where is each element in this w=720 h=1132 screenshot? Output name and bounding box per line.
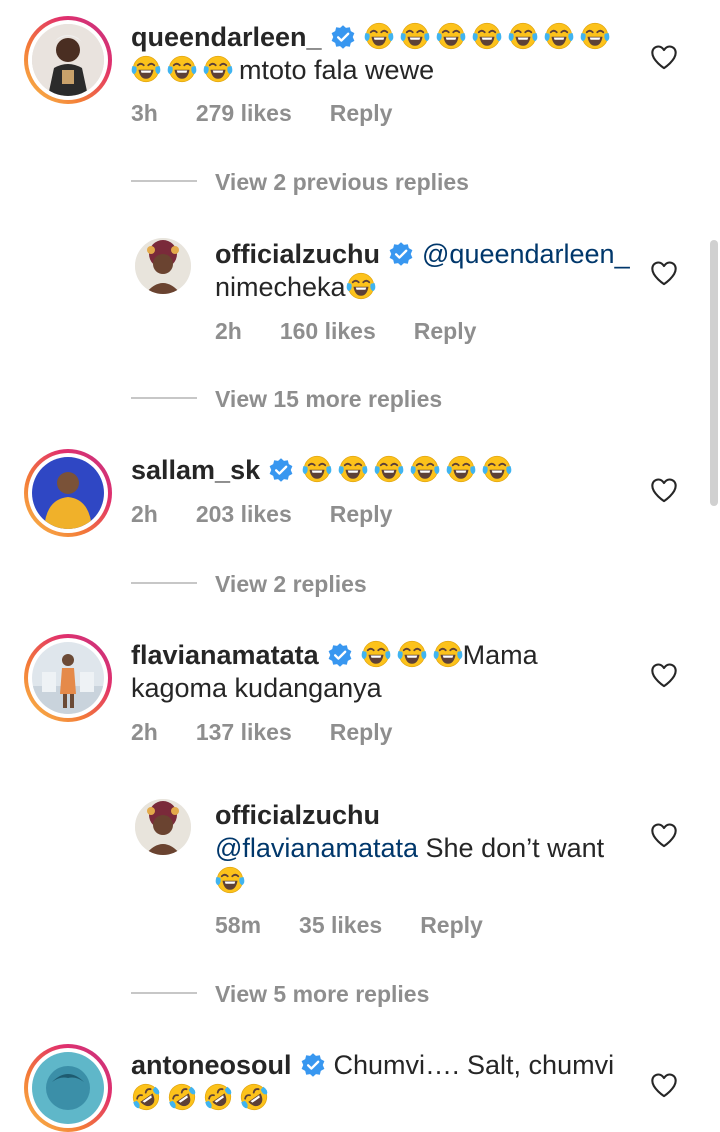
- likes-count[interactable]: 35 likes: [299, 912, 382, 938]
- comment-text: nimecheka: [215, 272, 346, 302]
- comment-text: Chumvi…. Salt, chumvi: [333, 1050, 615, 1080]
- comment-body: officialzuchu @queendarleen_ nimecheka: [215, 238, 655, 304]
- laugh-emoji: [400, 21, 430, 51]
- avatar[interactable]: [24, 1044, 112, 1132]
- scrollbar[interactable]: [710, 240, 718, 506]
- username[interactable]: flavianamatata: [131, 640, 319, 670]
- verified-badge-icon: [330, 24, 356, 50]
- laugh-emoji: [436, 21, 466, 51]
- comment-text: Mama: [462, 640, 538, 670]
- verified-badge-icon: [300, 1052, 326, 1078]
- reply-button[interactable]: Reply: [414, 318, 477, 344]
- likes-count[interactable]: 160 likes: [280, 318, 376, 344]
- avatar[interactable]: [24, 634, 112, 722]
- likes-count[interactable]: 137 likes: [196, 719, 292, 745]
- laugh-emoji: [433, 639, 463, 669]
- rofl-emoji: [131, 1082, 161, 1112]
- laugh-emoji: [215, 865, 245, 895]
- comment-time: 2h: [131, 501, 158, 527]
- comment-meta: 58m 35 likes Reply: [215, 912, 521, 939]
- view-more-replies-link[interactable]: View 15 more replies: [215, 386, 442, 413]
- comment-meta: 2h 203 likes Reply: [131, 501, 430, 528]
- divider-line: [131, 992, 197, 994]
- laugh-emoji: [361, 639, 391, 669]
- avatar[interactable]: [135, 238, 191, 294]
- reply-button[interactable]: Reply: [420, 912, 483, 938]
- rofl-emoji: [239, 1082, 269, 1112]
- comment-time: 3h: [131, 100, 158, 126]
- comment-meta: 3h 279 likes Reply: [131, 100, 430, 127]
- divider-line: [131, 582, 197, 584]
- laugh-emoji: [472, 21, 502, 51]
- laugh-emoji: [203, 54, 233, 84]
- reply-button[interactable]: Reply: [330, 100, 393, 126]
- view-previous-replies-link[interactable]: View 2 previous replies: [215, 169, 469, 196]
- comment-body: sallam_sk: [131, 454, 651, 487]
- avatar[interactable]: [135, 799, 191, 855]
- avatar[interactable]: [24, 449, 112, 537]
- username[interactable]: sallam_sk: [131, 455, 260, 485]
- username[interactable]: officialzuchu: [215, 800, 380, 830]
- laugh-emoji: [364, 21, 394, 51]
- comment-body: antoneosoul Chumvi…. Salt, chumvi: [131, 1049, 651, 1115]
- verified-badge-icon: [327, 642, 353, 668]
- laugh-emoji: [410, 454, 440, 484]
- heart-icon[interactable]: [650, 822, 678, 848]
- divider-line: [131, 397, 197, 399]
- heart-icon[interactable]: [650, 477, 678, 503]
- comment-text: mtoto fala wewe: [239, 55, 435, 85]
- laugh-emoji: [302, 454, 332, 484]
- reply-button[interactable]: Reply: [330, 501, 393, 527]
- laugh-emoji: [346, 271, 376, 301]
- laugh-emoji: [446, 454, 476, 484]
- reply-button[interactable]: Reply: [330, 719, 393, 745]
- laugh-emoji: [482, 454, 512, 484]
- rofl-emoji: [167, 1082, 197, 1112]
- heart-icon[interactable]: [650, 1072, 678, 1098]
- avatar[interactable]: [24, 16, 112, 104]
- comment-body: queendarleen_ mtoto fala wewe: [131, 21, 651, 87]
- comment-meta: 2h 137 likes Reply: [131, 719, 430, 746]
- verified-badge-icon: [388, 241, 414, 267]
- username[interactable]: queendarleen_: [131, 22, 322, 52]
- comment-text: kagoma kudanganya: [131, 673, 382, 703]
- laugh-emoji: [338, 454, 368, 484]
- comment-meta: 2h 160 likes Reply: [215, 318, 514, 345]
- likes-count[interactable]: 279 likes: [196, 100, 292, 126]
- laugh-emoji: [508, 21, 538, 51]
- username[interactable]: antoneosoul: [131, 1050, 292, 1080]
- laugh-emoji: [580, 21, 610, 51]
- laugh-emoji: [544, 21, 574, 51]
- view-replies-link[interactable]: View 2 replies: [215, 571, 367, 598]
- laugh-emoji: [131, 54, 161, 84]
- laugh-emoji: [374, 454, 404, 484]
- view-more-replies-link[interactable]: View 5 more replies: [215, 981, 429, 1008]
- verified-badge-icon: [268, 457, 294, 483]
- heart-icon[interactable]: [650, 44, 678, 70]
- divider-line: [131, 180, 197, 182]
- comment-text: She don’t want: [425, 833, 605, 863]
- likes-count[interactable]: 203 likes: [196, 501, 292, 527]
- mention-link[interactable]: @flavianamatata: [215, 833, 418, 863]
- mention-link[interactable]: @queendarleen_: [422, 239, 630, 269]
- heart-icon[interactable]: [650, 260, 678, 286]
- comment-body: flavianamatata Mama kagoma kudanganya: [131, 639, 651, 705]
- heart-icon[interactable]: [650, 662, 678, 688]
- laugh-emoji: [167, 54, 197, 84]
- laugh-emoji: [397, 639, 427, 669]
- comment-body: officialzuchu @flavianamatata She don’t w…: [215, 799, 655, 898]
- comment-time: 2h: [131, 719, 158, 745]
- username[interactable]: officialzuchu: [215, 239, 380, 269]
- comment-time: 58m: [215, 912, 262, 938]
- comment-time: 2h: [215, 318, 242, 344]
- rofl-emoji: [203, 1082, 233, 1112]
